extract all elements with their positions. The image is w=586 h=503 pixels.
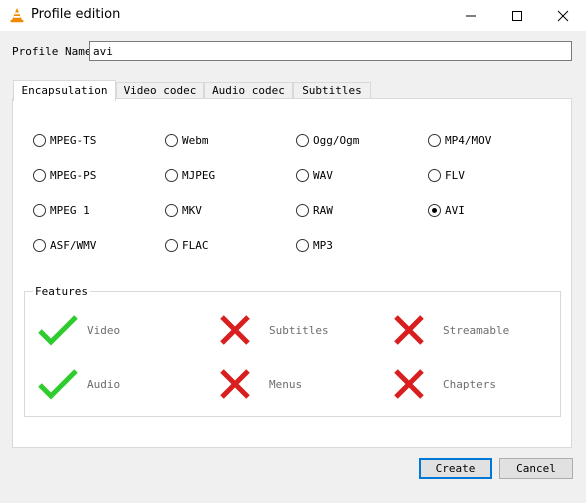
radio-circle — [165, 134, 178, 147]
tab-encapsulation[interactable]: Encapsulation — [13, 80, 116, 101]
check-icon — [38, 315, 78, 346]
window-title: Profile edition — [31, 7, 121, 22]
cross-icon — [394, 369, 424, 399]
create-button[interactable]: Create — [419, 458, 492, 479]
radio-label: RAW — [313, 204, 333, 217]
features-group: Features Video Subtitles Streamable Audi… — [24, 285, 561, 417]
cross-icon — [220, 369, 250, 399]
radio-selected-dot — [432, 208, 437, 213]
tab-subtitles[interactable]: Subtitles — [293, 82, 371, 99]
feature-label: Streamable — [443, 324, 510, 337]
profile-name-label: Profile Name — [12, 45, 92, 58]
feature-label: Menus — [269, 378, 303, 391]
close-icon — [557, 10, 569, 22]
maximize-button[interactable] — [494, 0, 540, 31]
maximize-icon — [512, 11, 522, 21]
encapsulation-panel: MPEG-TS Webm Ogg/Ogm MP4/MOV MPEG-PS MJP… — [12, 98, 572, 448]
radio-label: MKV — [182, 204, 202, 217]
close-button[interactable] — [540, 0, 586, 31]
radio-label: Webm — [182, 134, 209, 147]
feature-label: Audio — [87, 378, 121, 391]
radio-circle — [165, 204, 178, 217]
radio-circle — [165, 239, 178, 252]
radio-label: MPEG-TS — [50, 134, 97, 147]
radio-circle — [33, 134, 46, 147]
features-title: Features — [33, 285, 90, 298]
radio-label: Ogg/Ogm — [313, 134, 360, 147]
feature-label: Video — [87, 324, 121, 337]
radio-label: ASF/WMV — [50, 239, 97, 252]
cross-icon — [394, 315, 424, 345]
radio-circle — [296, 134, 309, 147]
radio-label: MPEG 1 — [50, 204, 90, 217]
radio-circle — [428, 169, 441, 182]
cross-icon — [220, 315, 250, 345]
radio-circle — [296, 204, 309, 217]
radio-circle — [428, 204, 441, 217]
radio-label: MP4/MOV — [445, 134, 492, 147]
cancel-button[interactable]: Cancel — [499, 458, 573, 479]
vlc-cone-icon — [10, 8, 24, 23]
radio-circle — [296, 169, 309, 182]
feature-label: Chapters — [443, 378, 496, 391]
profile-name-input[interactable] — [89, 41, 572, 61]
radio-circle — [33, 204, 46, 217]
radio-label: MP3 — [313, 239, 333, 252]
check-icon — [38, 369, 78, 400]
radio-label: FLV — [445, 169, 465, 182]
feature-label: Subtitles — [269, 324, 329, 337]
radio-label: WAV — [313, 169, 333, 182]
radio-circle — [428, 134, 441, 147]
radio-circle — [165, 169, 178, 182]
radio-label: FLAC — [182, 239, 209, 252]
radio-label: AVI — [445, 204, 465, 217]
radio-label: MJPEG — [182, 169, 216, 182]
radio-label: MPEG-PS — [50, 169, 97, 182]
minimize-button[interactable] — [448, 0, 494, 31]
radio-circle — [33, 169, 46, 182]
tab-video-codec[interactable]: Video codec — [116, 82, 204, 99]
radio-circle — [296, 239, 309, 252]
tab-audio-codec[interactable]: Audio codec — [204, 82, 293, 99]
minimize-icon — [466, 15, 476, 17]
radio-circle — [33, 239, 46, 252]
title-bar: Profile edition — [0, 0, 586, 31]
